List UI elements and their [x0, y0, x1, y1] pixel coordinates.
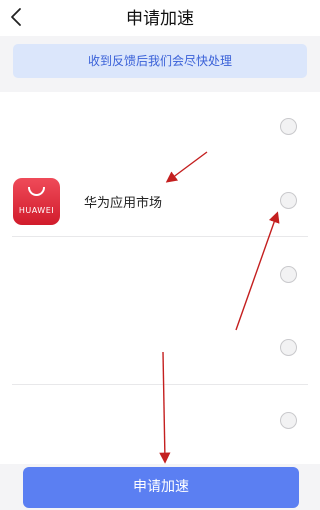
app-radio-5[interactable]: [280, 412, 297, 429]
app-radio-4[interactable]: [280, 339, 297, 356]
app-name[interactable]: 华为应用市场: [84, 192, 162, 211]
row-divider: [12, 236, 308, 237]
shopping-bag-icon: [28, 187, 45, 196]
app-list: [0, 92, 320, 464]
app-icon-brand-text: HUAWEI: [18, 206, 55, 215]
row-divider: [12, 384, 308, 385]
header-bar: 申请加速: [0, 0, 320, 36]
app-radio-2[interactable]: [280, 192, 297, 209]
page-title: 申请加速: [126, 9, 194, 29]
feedback-notice: 收到反馈后我们会尽快处理: [13, 44, 307, 78]
apply-acceleration-button[interactable]: 申请加速: [23, 467, 299, 508]
app-radio-3[interactable]: [280, 266, 297, 283]
app-radio-1[interactable]: [280, 118, 297, 135]
huawei-appgallery-icon: HUAWEI: [13, 178, 60, 225]
